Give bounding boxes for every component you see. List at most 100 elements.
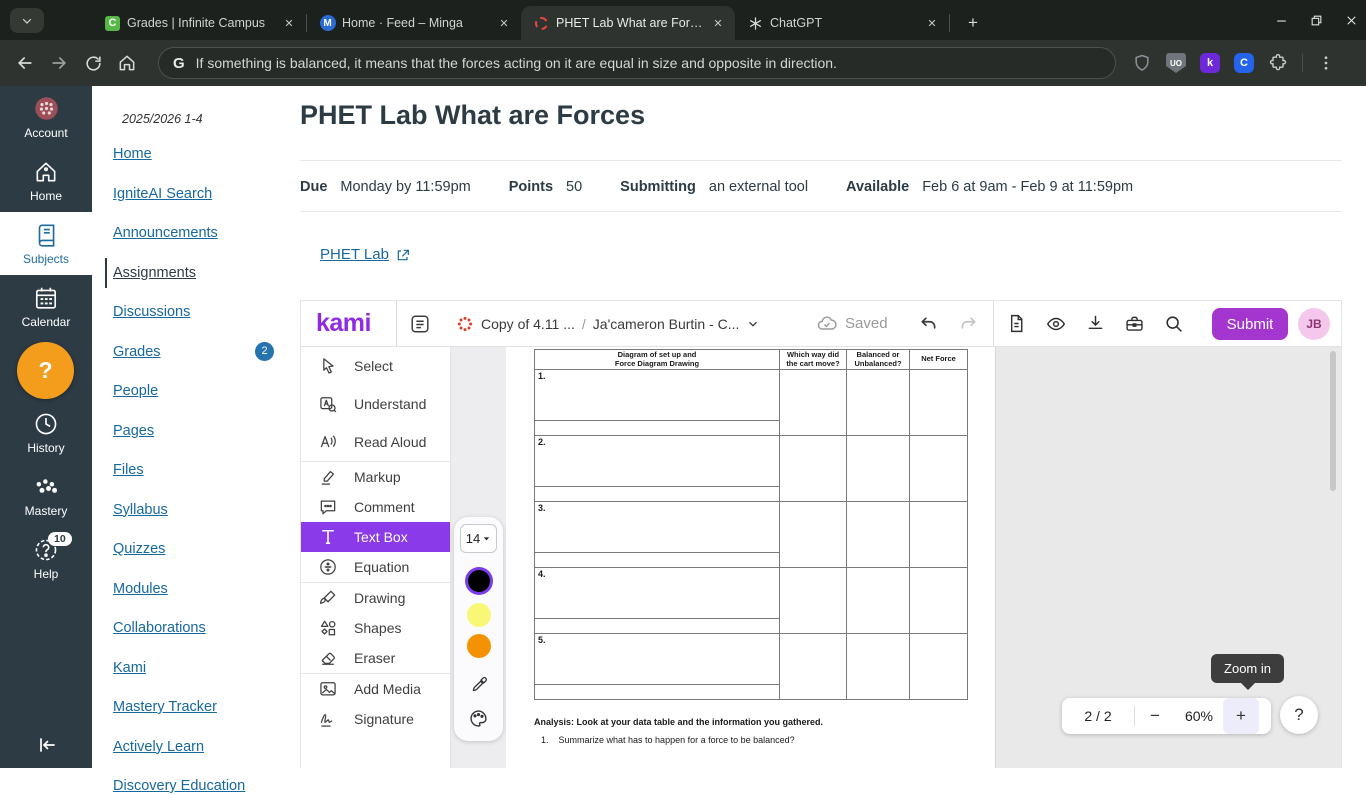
course-nav-link-pages[interactable]: Pages xyxy=(113,423,154,439)
avatar[interactable]: JB xyxy=(1298,308,1330,340)
browser-tab[interactable]: MHome · Feed – Minga✕ xyxy=(307,6,521,40)
close-window-icon[interactable] xyxy=(1345,14,1358,27)
net-force-cell[interactable] xyxy=(910,502,968,568)
diagram-strip-cell[interactable] xyxy=(535,685,780,700)
kami-tool-shapes[interactable]: Shapes xyxy=(301,613,450,643)
course-nav-link-modules[interactable]: Modules xyxy=(113,581,168,597)
net-force-cell[interactable] xyxy=(910,568,968,634)
sidebar-item-mastery[interactable]: Mastery xyxy=(0,464,92,527)
diagram-cell[interactable]: 3. xyxy=(535,502,780,553)
clever-extension-icon[interactable]: C xyxy=(1234,53,1254,73)
cart-move-cell[interactable] xyxy=(780,370,847,436)
minimize-icon[interactable] xyxy=(1275,14,1288,27)
kami-tool-add-media[interactable]: Add Media xyxy=(301,674,450,704)
restore-icon[interactable] xyxy=(1310,14,1323,27)
zoom-in-button[interactable]: + xyxy=(1223,698,1259,734)
tab-close-icon[interactable]: ✕ xyxy=(709,14,727,32)
browser-tab[interactable]: ChatGPT✕ xyxy=(735,6,949,40)
balanced-cell[interactable] xyxy=(847,502,910,568)
font-size-dropdown[interactable]: 14 xyxy=(460,524,497,553)
sidebar-item-subjects[interactable]: Subjects xyxy=(0,212,92,275)
kami-tool-understand[interactable]: Understand xyxy=(301,385,450,423)
back-button[interactable] xyxy=(8,46,42,80)
redo-button[interactable] xyxy=(951,301,985,346)
net-force-cell[interactable] xyxy=(910,634,968,700)
color-swatch-black[interactable] xyxy=(468,570,490,592)
pdf-page[interactable]: Diagram of set up andForce Diagram Drawi… xyxy=(506,347,996,768)
sidebar-item-history[interactable]: History xyxy=(0,401,92,464)
new-tab-button[interactable]: + xyxy=(960,10,986,36)
viewer-scrollbar[interactable] xyxy=(1330,351,1336,491)
diagram-cell[interactable]: 4. xyxy=(535,568,780,619)
course-nav-link-people[interactable]: People xyxy=(113,383,158,399)
home-button[interactable] xyxy=(110,46,144,80)
course-nav-link-home[interactable]: Home xyxy=(113,146,152,162)
balanced-cell[interactable] xyxy=(847,634,910,700)
diagram-cell[interactable]: 5. xyxy=(535,634,780,685)
diagram-strip-cell[interactable] xyxy=(535,421,780,436)
privacy-shield-icon[interactable] xyxy=(1132,53,1152,73)
color-swatch-yellow[interactable] xyxy=(467,603,491,627)
course-nav-link-discovery-education[interactable]: Discovery Education xyxy=(113,778,245,794)
floating-help-button[interactable]: ? xyxy=(17,342,74,399)
diagram-cell[interactable]: 1. xyxy=(535,370,780,421)
tab-search-button[interactable] xyxy=(10,8,44,33)
eyedropper-icon[interactable] xyxy=(469,675,489,695)
balanced-cell[interactable] xyxy=(847,568,910,634)
download-icon[interactable] xyxy=(1085,313,1106,334)
course-nav-link-files[interactable]: Files xyxy=(113,462,144,478)
kami-help-button[interactable]: ? xyxy=(1280,696,1318,734)
course-nav-link-discussions[interactable]: Discussions xyxy=(113,304,190,320)
toolbox-icon[interactable] xyxy=(1124,313,1145,334)
cart-move-cell[interactable] xyxy=(780,568,847,634)
ublock-extension-icon[interactable]: UO xyxy=(1166,53,1186,73)
diagram-cell[interactable]: 2. xyxy=(535,436,780,487)
sidebar-item-account[interactable]: Account xyxy=(0,86,92,149)
reload-button[interactable] xyxy=(76,46,110,80)
balanced-cell[interactable] xyxy=(847,370,910,436)
kami-tool-eraser[interactable]: Eraser xyxy=(301,643,450,673)
browser-menu-icon[interactable] xyxy=(1317,54,1335,72)
course-nav-link-igniteai-search[interactable]: IgniteAI Search xyxy=(113,186,212,202)
course-nav-link-assignments[interactable]: Assignments xyxy=(113,265,196,281)
kami-tool-signature[interactable]: Signature xyxy=(301,704,450,734)
course-nav-link-syllabus[interactable]: Syllabus xyxy=(113,502,168,518)
browser-tab[interactable]: PHET Lab What are Forces✕ xyxy=(521,6,735,40)
color-palette-icon[interactable] xyxy=(468,708,489,729)
extensions-puzzle-icon[interactable] xyxy=(1268,53,1288,73)
view-options-icon[interactable] xyxy=(1045,313,1067,335)
address-bar[interactable]: G If something is balanced, it means tha… xyxy=(158,47,1116,79)
sidebar-item-help[interactable]: Help10 xyxy=(0,527,92,590)
cart-move-cell[interactable] xyxy=(780,502,847,568)
submit-button[interactable]: Submit xyxy=(1212,308,1288,340)
kami-tool-markup[interactable]: Markup xyxy=(301,462,450,492)
diagram-strip-cell[interactable] xyxy=(535,487,780,502)
cart-move-cell[interactable] xyxy=(780,436,847,502)
browser-tab[interactable]: CGrades | Infinite Campus✕ xyxy=(92,6,306,40)
course-nav-link-kami[interactable]: Kami xyxy=(113,660,146,676)
undo-button[interactable] xyxy=(911,301,945,346)
outline-menu-button[interactable] xyxy=(409,301,431,346)
diagram-strip-cell[interactable] xyxy=(535,553,780,568)
collapse-nav-button[interactable] xyxy=(0,728,92,762)
diagram-strip-cell[interactable] xyxy=(535,619,780,634)
kami-tool-select[interactable]: Select xyxy=(301,347,450,385)
course-nav-link-quizzes[interactable]: Quizzes xyxy=(113,541,165,557)
kami-tool-text-box[interactable]: Text Box xyxy=(301,522,450,552)
course-nav-link-announcements[interactable]: Announcements xyxy=(113,225,218,241)
kami-tool-read-aloud[interactable]: Read Aloud xyxy=(301,423,450,461)
course-nav-link-collaborations[interactable]: Collaborations xyxy=(113,620,206,636)
tab-close-icon[interactable]: ✕ xyxy=(923,14,941,32)
course-nav-link-mastery-tracker[interactable]: Mastery Tracker xyxy=(113,699,217,715)
search-icon[interactable] xyxy=(1163,313,1184,334)
color-swatch-orange[interactable] xyxy=(467,634,491,658)
tab-close-icon[interactable]: ✕ xyxy=(280,14,298,32)
kami-extension-icon[interactable]: k xyxy=(1200,53,1220,73)
document-title-menu[interactable]: Copy of 4.11 ... / Ja'cameron Burtin - C… xyxy=(456,301,760,346)
net-force-cell[interactable] xyxy=(910,370,968,436)
kami-tool-drawing[interactable]: Drawing xyxy=(301,583,450,613)
course-nav-link-grades[interactable]: Grades xyxy=(113,344,161,360)
pages-icon[interactable] xyxy=(1006,313,1027,334)
phet-lab-link[interactable]: PHET Lab xyxy=(320,246,389,263)
kami-tool-comment[interactable]: Comment xyxy=(301,492,450,522)
